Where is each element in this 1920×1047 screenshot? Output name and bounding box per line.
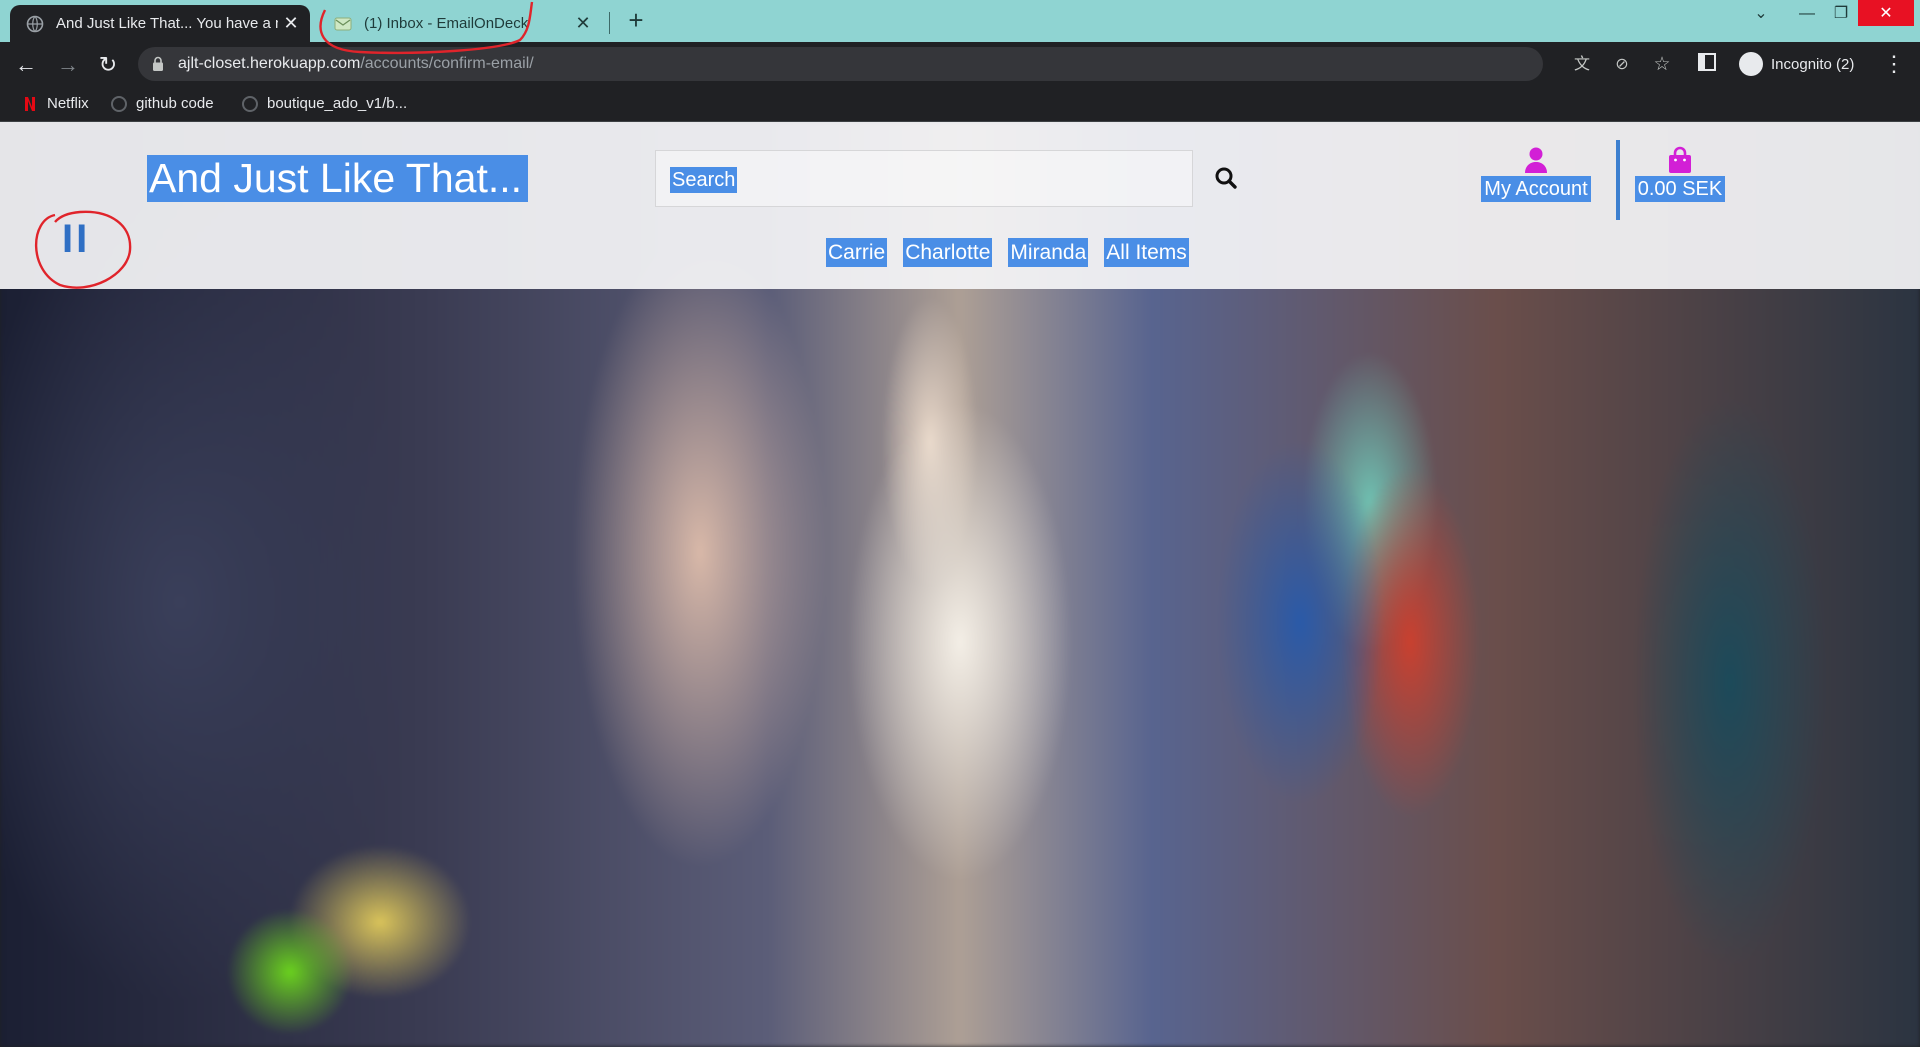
eye-off-icon[interactable]: ⊘ (1612, 55, 1632, 75)
nav-item-all-items[interactable]: All Items (1104, 238, 1189, 267)
github-icon (111, 95, 127, 112)
site-header: And Just Like That... Search My Account … (0, 122, 1920, 289)
bookmark-label: github code (136, 95, 214, 112)
tab-title: And Just Like That... You have a n (56, 15, 278, 32)
bookmark-netflix[interactable]: Netflix (22, 95, 89, 112)
web-page: And Just Like That... Search My Account … (0, 122, 1920, 1047)
search-form: Search (655, 150, 1193, 207)
translate-icon[interactable]: 文 (1572, 55, 1592, 75)
user-icon (1525, 147, 1547, 173)
back-icon[interactable]: ← (12, 51, 40, 79)
tab-ajlt[interactable]: And Just Like That... You have a n ✕ (10, 5, 310, 42)
bookmark-boutique-ado[interactable]: boutique_ado_v1/b... (242, 95, 407, 112)
star-icon[interactable]: ☆ (1652, 55, 1672, 75)
reload-icon[interactable]: ↻ (94, 51, 122, 79)
my-account-link[interactable]: My Account (1481, 146, 1591, 202)
url-text: ajlt-closet.herokuapp.com/accounts/confi… (178, 55, 534, 73)
pause-icon[interactable]: II (62, 217, 90, 262)
search-placeholder: Search (670, 167, 738, 193)
header-divider (1616, 140, 1620, 220)
shopping-bag-icon (1669, 146, 1691, 173)
sidepanel-icon[interactable] (1698, 53, 1716, 71)
incognito-icon (1739, 52, 1763, 76)
globe-icon (26, 15, 44, 32)
tab-strip: And Just Like That... You have a n ✕ (1)… (0, 0, 1920, 42)
incognito-label: Incognito (2) (1771, 55, 1855, 73)
site-logo[interactable]: And Just Like That... (147, 155, 529, 202)
bag-total: 0.00 SEK (1634, 176, 1726, 202)
menu-icon[interactable]: ⋮ (1883, 50, 1905, 78)
bookmarks-bar: Netflix github code boutique_ado_v1/b... (0, 87, 1920, 122)
bookmark-label: Netflix (47, 95, 89, 112)
forward-icon[interactable]: → (54, 51, 82, 79)
netflix-icon (25, 96, 35, 111)
url-path: /accounts/confirm-email/ (360, 55, 534, 72)
shopping-bag-link[interactable]: 0.00 SEK (1634, 146, 1726, 202)
my-account-label: My Account (1481, 176, 1591, 202)
incognito-profile-button[interactable]: Incognito (2) (1733, 48, 1864, 80)
close-window-button[interactable]: ✕ (1858, 0, 1914, 26)
lock-icon (153, 56, 163, 71)
category-nav: Carrie Charlotte Miranda All Items (826, 238, 1189, 267)
tab-separator (609, 12, 610, 34)
chevron-down-icon[interactable]: ⌄ (1738, 0, 1784, 28)
close-icon[interactable]: ✕ (570, 13, 596, 34)
nav-item-charlotte[interactable]: Charlotte (903, 238, 993, 267)
search-icon[interactable] (1212, 164, 1242, 194)
emailondeck-icon (334, 17, 352, 30)
bookmark-github-code[interactable]: github code (111, 95, 214, 112)
nav-item-carrie[interactable]: Carrie (826, 238, 888, 267)
close-icon[interactable]: ✕ (278, 13, 304, 34)
url-host: ajlt-closet.herokuapp.com (178, 55, 361, 72)
browser-toolbar: ← → ↻ ajlt-closet.herokuapp.com/accounts… (0, 42, 1920, 87)
plus-icon[interactable]: + (622, 6, 650, 34)
nav-item-miranda[interactable]: Miranda (1008, 238, 1089, 267)
bookmark-label: boutique_ado_v1/b... (267, 95, 408, 112)
tab-title: (1) Inbox - EmailOnDeck (364, 15, 529, 32)
address-bar[interactable]: ajlt-closet.herokuapp.com/accounts/confi… (138, 47, 1671, 81)
tab-emailondeck[interactable]: (1) Inbox - EmailOnDeck ✕ (318, 5, 602, 42)
search-input[interactable] (670, 168, 1170, 192)
github-icon (242, 95, 258, 112)
